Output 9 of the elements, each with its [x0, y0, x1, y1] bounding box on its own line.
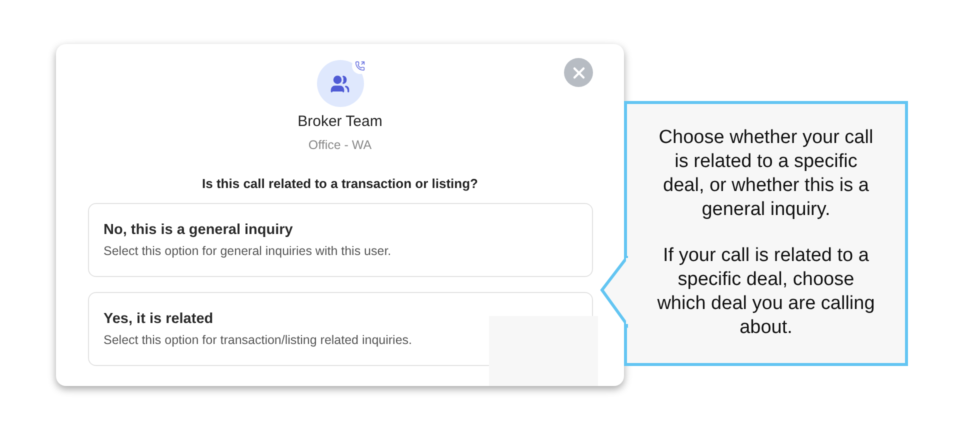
callout-text: Choose whether your call is related to a specific deal, or whether this is a general inquiry.: [658, 126, 874, 222]
close-button[interactable]: [564, 58, 593, 87]
question: Is this call related to a transaction or listing?: [202, 176, 478, 191]
option-card[interactable]: No, this is a general inquiry Select this option for general inquiries with this user.: [88, 203, 592, 277]
contact-name: Broker Team: [298, 113, 382, 130]
people-icon: [330, 74, 350, 94]
contact-subtitle: Office - WA: [308, 138, 372, 152]
callout-text: If your call is related to a specific deal, choose which deal you are calling about.: [657, 244, 875, 340]
phone-icon: [354, 61, 364, 71]
